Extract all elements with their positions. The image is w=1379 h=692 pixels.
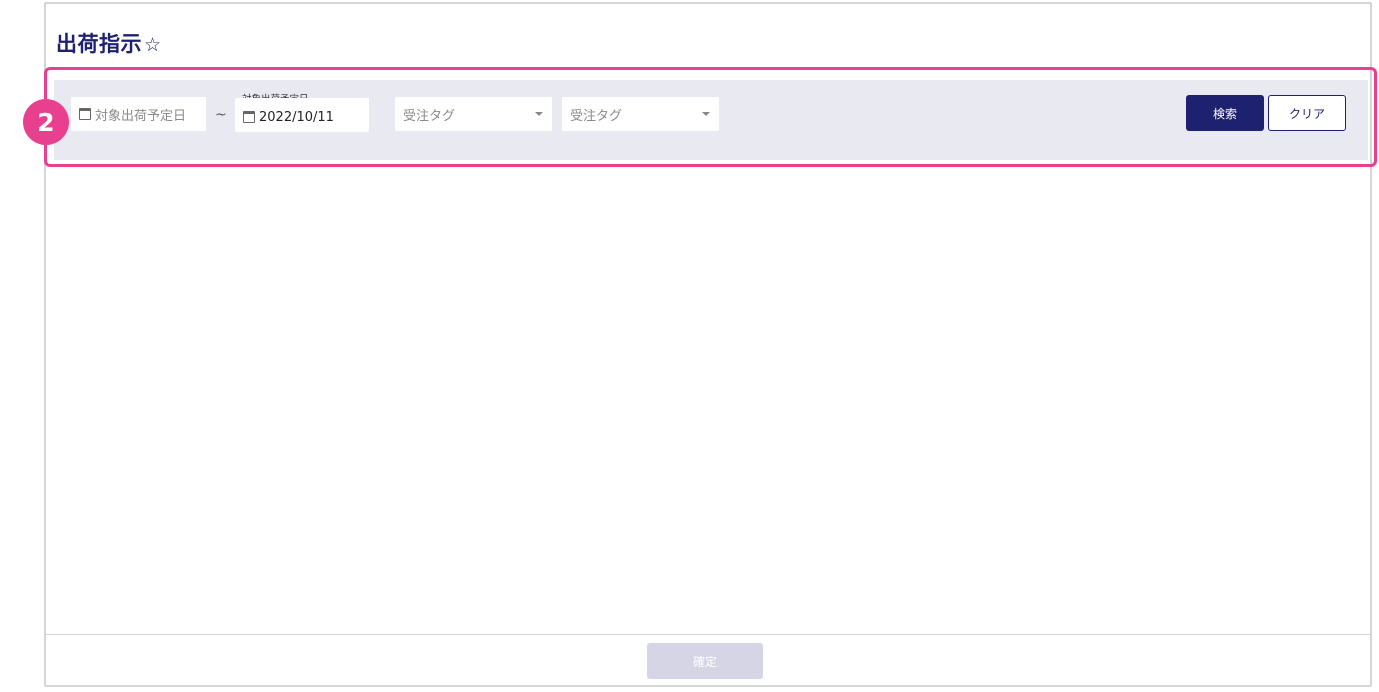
page-title: 出荷指示 ☆ — [56, 28, 162, 58]
annotation-highlight-box — [44, 67, 1377, 167]
page-title-text: 出荷指示 — [56, 32, 142, 56]
confirm-button[interactable]: 確定 — [647, 643, 763, 679]
star-icon[interactable]: ☆ — [144, 34, 162, 56]
step-number-badge: 2 — [23, 99, 69, 145]
footer-divider — [46, 634, 1370, 635]
